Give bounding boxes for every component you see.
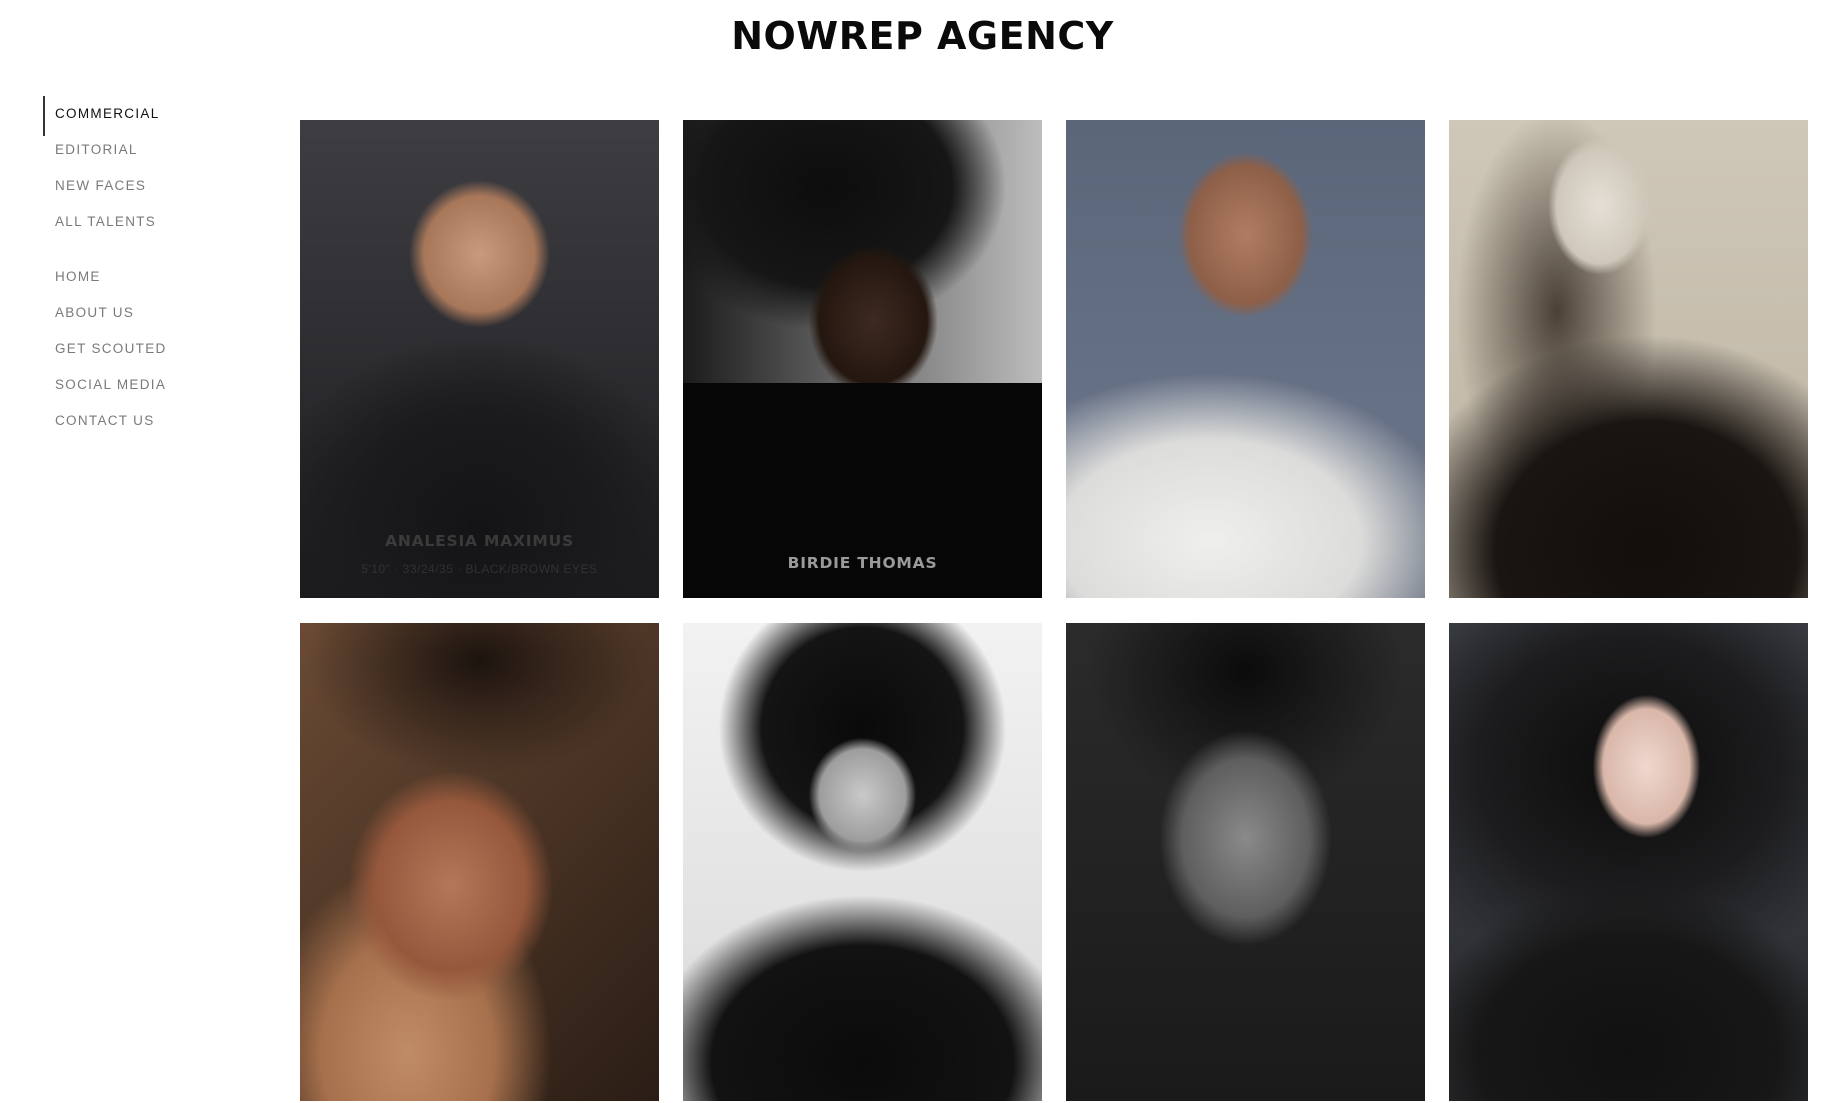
talent-photo [1449,623,1808,1101]
nav-item-all-talents[interactable]: ALL TALENTS [43,204,273,240]
talent-name: BIRDIE THOMAS [787,554,938,572]
talent-photo [300,120,659,598]
nav-item-about-us[interactable]: ABOUT US [43,295,273,331]
category-nav: COMMERCIAL EDITORIAL NEW FACES ALL TALEN… [43,96,273,240]
talent-grid: ANALESIA MAXIMUS 5'10" · 33/24/35 · BLAC… [300,120,1808,1101]
nav-item-get-scouted[interactable]: GET SCOUTED [43,331,273,367]
nav-item-new-faces[interactable]: NEW FACES [43,168,273,204]
talent-stats: 5'10" · 33/24/35 · BLACK/BROWN EYES [361,562,598,576]
talent-photo [683,120,1042,598]
talent-photo [300,623,659,1101]
sidebar-nav: COMMERCIAL EDITORIAL NEW FACES ALL TALEN… [43,96,273,439]
talent-photo [683,623,1042,1101]
talent-card[interactable] [300,623,659,1101]
talent-card[interactable]: ANALESIA MAXIMUS 5'10" · 33/24/35 · BLAC… [300,120,659,598]
site-nav: HOME ABOUT US GET SCOUTED SOCIAL MEDIA C… [43,259,273,439]
nav-item-commercial[interactable]: COMMERCIAL [43,96,273,136]
talent-card[interactable] [1449,120,1808,598]
talent-photo [1066,623,1425,1101]
talent-card[interactable]: BIRDIE THOMAS [683,120,1042,598]
talent-card[interactable] [1066,623,1425,1101]
talent-card[interactable] [1066,120,1425,598]
nav-item-social-media[interactable]: SOCIAL MEDIA [43,367,273,403]
talent-name: ANALESIA MAXIMUS [385,532,574,550]
talent-photo [1066,120,1425,598]
talent-card[interactable] [1449,623,1808,1101]
talent-card[interactable] [683,623,1042,1101]
nav-item-home[interactable]: HOME [43,259,273,295]
nav-item-contact-us[interactable]: CONTACT US [43,403,273,439]
page-title: NOWREP AGENCY [731,14,1114,58]
talent-photo [1449,120,1808,598]
nav-item-editorial[interactable]: EDITORIAL [43,132,273,168]
